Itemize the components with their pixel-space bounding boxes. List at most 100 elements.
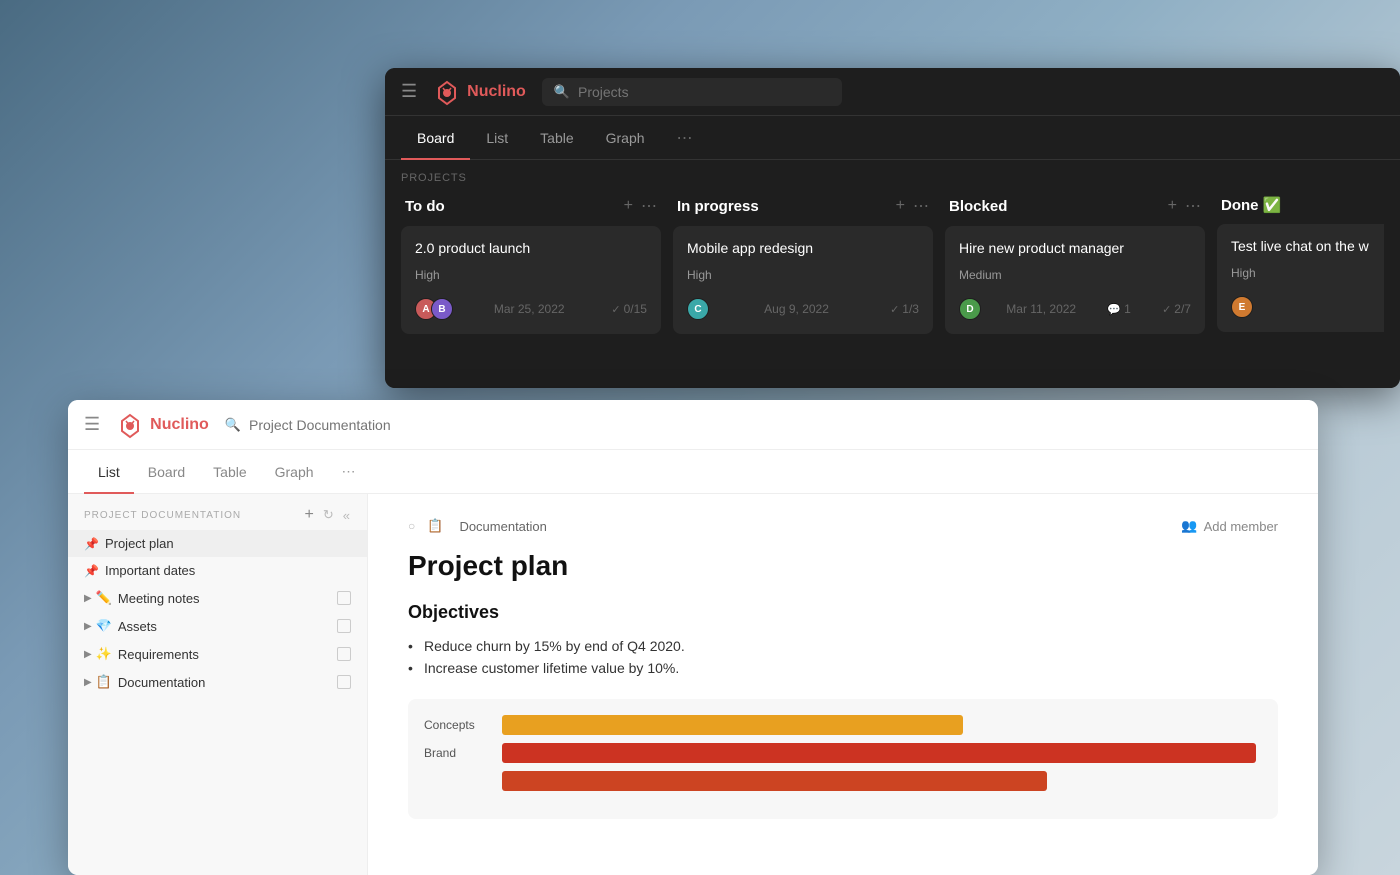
nuclino-logo-light[interactable]: Nuclino xyxy=(116,411,209,439)
breadcrumb-text: Documentation xyxy=(459,519,546,534)
add-item-icon[interactable]: + xyxy=(305,506,315,524)
project-doc-main: ○ 📋 Documentation 👥 Add member Project p… xyxy=(368,494,1318,875)
kanban-col-todo: To do + ⋯ 2.0 product launch High A B M xyxy=(401,196,661,388)
chart-bar-row-concepts: Concepts xyxy=(424,715,1262,735)
chart-bar-3 xyxy=(502,771,1047,791)
sidebar-section-title: PROJECT DOCUMENTATION + ↻ « xyxy=(68,494,367,530)
card-done-avatars: E xyxy=(1231,296,1247,318)
card-todo-date: Mar 25, 2022 xyxy=(494,302,565,316)
kanban-card-blocked[interactable]: Hire new product manager Medium D Mar 11… xyxy=(945,226,1205,334)
add-card-blocked-icon[interactable]: + xyxy=(1168,197,1177,215)
refresh-icon[interactable]: ↻ xyxy=(323,507,335,523)
sidebar-item-important-dates[interactable]: 📌 Important dates xyxy=(68,557,367,584)
add-card-todo-icon[interactable]: + xyxy=(624,197,633,215)
kanban-card-inprogress[interactable]: Mobile app redesign High C Aug 9, 2022 ✓… xyxy=(673,226,933,334)
sidebar-item-documentation[interactable]: ▶ 📋 Documentation xyxy=(68,668,367,696)
avatar-2: B xyxy=(431,298,453,320)
project-doc-search-bar[interactable]: 🔍 xyxy=(225,411,1302,439)
sidebar-item-assets[interactable]: ▶ 💎 Assets xyxy=(68,612,367,640)
projects-search-bar[interactable]: 🔍 xyxy=(542,78,842,106)
sidebar-item-requirements[interactable]: ▶ ✨ Requirements xyxy=(68,640,367,668)
more-dots-icon-light: ⋯ xyxy=(342,463,356,480)
chart-area: Concepts Brand xyxy=(408,699,1278,819)
more-inprogress-icon[interactable]: ⋯ xyxy=(913,196,929,216)
projects-search-input[interactable] xyxy=(578,84,830,100)
chart-bar-brand xyxy=(502,743,1256,763)
projects-panel: ☰ Nuclino 🔍 Board List Table Graph xyxy=(385,68,1400,388)
projects-content: PROJECTS To do + ⋯ 2.0 product launch Hi… xyxy=(385,160,1400,388)
project-doc-search-input[interactable] xyxy=(249,417,449,433)
expand-requirements-icon: ▶ xyxy=(84,649,92,660)
sidebar-section-actions: + ↻ « xyxy=(305,506,351,524)
checkbox-requirements[interactable] xyxy=(337,647,351,661)
kanban-col-inprogress-header: In progress + ⋯ xyxy=(673,196,933,216)
expand-meeting-notes-icon: ▶ xyxy=(84,593,92,604)
nuclino-logo-dark[interactable]: Nuclino xyxy=(433,78,526,106)
checkbox-documentation[interactable] xyxy=(337,675,351,689)
card-inprogress-date: Aug 9, 2022 xyxy=(764,302,829,316)
kanban-col-todo-title: To do xyxy=(405,198,445,215)
tab-more-dark[interactable]: ⋯ xyxy=(661,116,709,160)
tab-list-light[interactable]: List xyxy=(84,450,134,494)
kanban-card-todo[interactable]: 2.0 product launch High A B Mar 25, 2022… xyxy=(401,226,661,334)
kanban-col-blocked-actions: + ⋯ xyxy=(1168,196,1201,216)
tab-graph-dark[interactable]: Graph xyxy=(590,116,661,160)
card-todo-meta: A B Mar 25, 2022 ✓ 0/15 xyxy=(415,298,647,320)
more-todo-icon[interactable]: ⋯ xyxy=(641,196,657,216)
breadcrumb-area: ○ 📋 Documentation 👥 Add member xyxy=(408,518,1278,534)
kanban-col-done-title: Done ✅ xyxy=(1221,196,1281,214)
chart-bar-label-concepts: Concepts xyxy=(424,718,494,732)
kanban-col-blocked: Blocked + ⋯ Hire new product manager Med… xyxy=(945,196,1205,388)
card-done-meta: E Mar 3, 2022 xyxy=(1231,296,1384,318)
card-inprogress-title: Mobile app redesign xyxy=(687,240,919,256)
chart-bars: Concepts Brand xyxy=(424,715,1262,791)
kanban-col-todo-actions: + ⋯ xyxy=(624,196,657,216)
breadcrumb-emoji: 📋 xyxy=(427,518,443,534)
emoji-requirements: ✨ xyxy=(96,646,112,662)
add-member-button[interactable]: 👥 Add member xyxy=(1181,518,1278,534)
project-doc-sidebar: PROJECT DOCUMENTATION + ↻ « 📌 Project pl… xyxy=(68,494,368,875)
nuclino-logo-text-light: Nuclino xyxy=(150,416,209,434)
chart-bar-row-brand: Brand xyxy=(424,743,1262,763)
tab-board-dark[interactable]: Board xyxy=(401,116,470,160)
card-inprogress-avatars: C xyxy=(687,298,703,320)
kanban-col-inprogress: In progress + ⋯ Mobile app redesign High… xyxy=(673,196,933,388)
chart-bar-row-3 xyxy=(424,771,1262,791)
add-card-inprogress-icon[interactable]: + xyxy=(896,197,905,215)
sidebar-item-project-plan[interactable]: 📌 Project plan xyxy=(68,530,367,557)
kanban-col-blocked-header: Blocked + ⋯ xyxy=(945,196,1205,216)
kanban-col-todo-header: To do + ⋯ xyxy=(401,196,661,216)
tab-board-light[interactable]: Board xyxy=(134,450,199,494)
sidebar-item-meeting-notes[interactable]: ▶ ✏️ Meeting notes xyxy=(68,584,367,612)
collapse-icon[interactable]: « xyxy=(343,508,351,523)
card-blocked-count: ✓ 2/7 xyxy=(1162,302,1191,316)
kanban-col-blocked-title: Blocked xyxy=(949,198,1007,215)
kanban-col-done-header: Done ✅ xyxy=(1217,196,1384,214)
tab-table-light[interactable]: Table xyxy=(199,450,260,494)
card-blocked-priority: Medium xyxy=(959,268,1002,282)
card-inprogress-meta: C Aug 9, 2022 ✓ 1/3 xyxy=(687,298,919,320)
tab-table-dark[interactable]: Table xyxy=(524,116,589,160)
card-inprogress-count: ✓ 1/3 xyxy=(890,302,919,316)
card-todo-count: ✓ 0/15 xyxy=(611,302,647,316)
project-doc-panel: ☰ Nuclino 🔍 List Board Table Graph xyxy=(68,400,1318,875)
expand-documentation-icon: ▶ xyxy=(84,677,92,688)
checkbox-meeting-notes[interactable] xyxy=(337,591,351,605)
more-dots-icon-dark: ⋯ xyxy=(677,128,693,148)
search-icon-dark: 🔍 xyxy=(554,84,570,100)
card-todo-title: 2.0 product launch xyxy=(415,240,647,256)
kanban-card-done[interactable]: Test live chat on the w High E Mar 3, 20… xyxy=(1217,224,1384,332)
projects-panel-header: ☰ Nuclino 🔍 xyxy=(385,68,1400,116)
more-blocked-icon[interactable]: ⋯ xyxy=(1185,196,1201,216)
tab-list-dark[interactable]: List xyxy=(470,116,524,160)
checkbox-assets[interactable] xyxy=(337,619,351,633)
card-blocked-meta: D Mar 11, 2022 💬 1 ✓ 2/7 xyxy=(959,298,1191,320)
hamburger-icon[interactable]: ☰ xyxy=(401,81,417,102)
tab-more-light[interactable]: ⋯ xyxy=(328,450,370,494)
emoji-meeting-notes: ✏️ xyxy=(96,590,112,606)
card-blocked-date: Mar 11, 2022 xyxy=(1006,302,1076,316)
hamburger-icon-light[interactable]: ☰ xyxy=(84,414,100,435)
kanban-col-done: Done ✅ Test live chat on the w High E Ma… xyxy=(1217,196,1384,388)
avatar-5: E xyxy=(1231,296,1253,318)
tab-graph-light[interactable]: Graph xyxy=(261,450,328,494)
